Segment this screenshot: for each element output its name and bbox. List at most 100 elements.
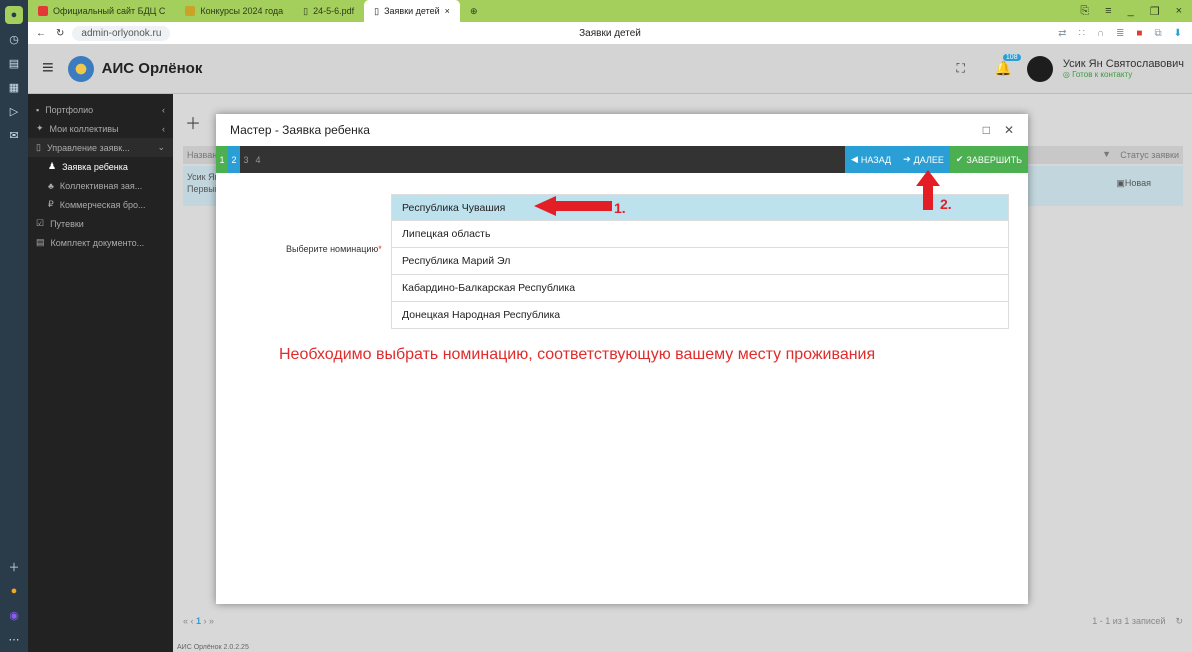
maximize-icon[interactable]: □ bbox=[983, 123, 990, 137]
step-3[interactable]: 3 bbox=[240, 146, 252, 173]
sidebar-item-collective-request[interactable]: ♣ Коллективная зая... bbox=[28, 176, 173, 195]
annotation-label-1: 1. bbox=[614, 200, 626, 216]
sidebar-item-label: Управление заявк... bbox=[46, 142, 130, 153]
url-field[interactable]: admin-orlyonok.ru bbox=[72, 25, 171, 41]
notes-icon[interactable]: ▤ bbox=[5, 54, 23, 72]
chevron-left-icon: ‹ bbox=[162, 104, 165, 115]
mail-icon[interactable]: ✉ bbox=[5, 126, 23, 144]
step-4[interactable]: 4 bbox=[252, 146, 264, 173]
tab-2[interactable]: Конкурсы 2024 года bbox=[175, 0, 293, 22]
close-window-icon[interactable]: × bbox=[1176, 5, 1182, 18]
notifications-icon[interactable]: 🔔 108 bbox=[995, 53, 1021, 78]
bookmark-flag-icon[interactable]: ■ bbox=[1136, 28, 1142, 39]
back-icon[interactable]: ← bbox=[36, 28, 46, 39]
play-icon[interactable]: ▷ bbox=[5, 102, 23, 120]
user-name: Усик Ян Святославович bbox=[1062, 58, 1184, 70]
nomination-label: Выберите номинацию* bbox=[286, 244, 382, 254]
avatar[interactable] bbox=[1026, 55, 1053, 82]
fullscreen-icon[interactable]: ⛶ bbox=[957, 61, 965, 76]
sidebar-item-commercial[interactable]: ₽ Коммерческая бро... bbox=[28, 195, 173, 214]
sidebar-item-child-request[interactable]: ♟ Заявка ребенка bbox=[28, 157, 173, 176]
nomination-option[interactable]: Донецкая Народная Республика bbox=[391, 302, 1009, 329]
profile-icon[interactable]: ● bbox=[5, 6, 23, 24]
tab-label: Заявки детей bbox=[384, 6, 440, 16]
translate-icon[interactable]: ⇄ bbox=[1058, 28, 1066, 39]
nomination-list: Республика Чувашия Липецкая область Респ… bbox=[391, 194, 1009, 329]
step-1[interactable]: 1 bbox=[216, 146, 228, 173]
finish-button[interactable]: ✔ ЗАВЕРШИТЬ bbox=[949, 146, 1028, 173]
reader-icon[interactable]: ≣ bbox=[1116, 28, 1124, 39]
chevron-down-icon: ⌄ bbox=[157, 142, 165, 152]
app-header: ≡ АИС Орлёнок ⛶ 🔔 108 Усик Ян Святославов… bbox=[28, 44, 1192, 94]
back-button[interactable]: ◀ НАЗАД bbox=[844, 146, 898, 173]
sidebar-item-requests[interactable]: ▯ Управление заявк... ⌄ bbox=[28, 138, 173, 157]
arrow-right-icon: ➔ bbox=[903, 154, 911, 164]
tab-4-active[interactable]: ▯ Заявки детей × bbox=[364, 0, 460, 22]
reload-icon[interactable]: ↻ bbox=[56, 28, 64, 39]
col-status-header[interactable]: Статус заявки bbox=[1120, 150, 1179, 160]
file-icon: ▯ bbox=[303, 5, 309, 16]
sidebar-item-vouchers[interactable]: ☑ Путевки bbox=[28, 214, 173, 233]
tab-1[interactable]: Официальный сайт БДЦ С bbox=[28, 0, 175, 22]
sidebar-item-portfolio[interactable]: ▪ Портфолио ‹ bbox=[28, 100, 173, 119]
notif-badge: 108 bbox=[1002, 53, 1021, 61]
add-button[interactable]: ＋ bbox=[185, 110, 201, 134]
calendar-icon[interactable]: ▦ bbox=[5, 78, 23, 96]
app-logo bbox=[67, 55, 94, 82]
history-icon[interactable]: ◷ bbox=[5, 30, 23, 48]
next-button[interactable]: ➔ ДАЛЕЕ bbox=[897, 146, 950, 173]
new-tab-button[interactable]: ⊕ bbox=[460, 0, 488, 22]
wizard-modal: Мастер - Заявка ребенка □ ✕ 1 2 3 4 ◀ НАЗ… bbox=[216, 114, 1028, 604]
col-name-header[interactable]: Назван bbox=[187, 150, 217, 160]
version-label: АИС Орлёнок 2.0.2.25 bbox=[177, 644, 249, 651]
more-icon[interactable]: ⋯ bbox=[5, 630, 23, 648]
next-label: ДАЛЕЕ bbox=[913, 154, 944, 165]
row-status: ▣Новая bbox=[1116, 178, 1151, 188]
extensions-icon[interactable]: ⧉ bbox=[1154, 28, 1161, 39]
tab-favicon bbox=[185, 6, 196, 16]
assistant-icon[interactable]: ◉ bbox=[5, 606, 23, 624]
headphones-icon[interactable]: ∩ bbox=[1097, 28, 1104, 39]
modal-controls: □ ✕ bbox=[983, 123, 1014, 137]
bookmark-icon[interactable]: ⎘ bbox=[1080, 5, 1089, 18]
sidebar-item-documents[interactable]: ▤ Комплект документо... bbox=[28, 233, 173, 252]
minimize-icon[interactable]: _ bbox=[1128, 5, 1134, 18]
restore-icon[interactable]: ❐ bbox=[1150, 5, 1160, 18]
modal-header: Мастер - Заявка ребенка □ ✕ bbox=[216, 114, 1028, 146]
page-title: Заявки детей bbox=[579, 27, 641, 39]
sidebar-item-label: Мои коллективы bbox=[49, 123, 119, 134]
sidebar-item-collectives[interactable]: ✦ Мои коллективы ‹ bbox=[28, 119, 173, 138]
refresh-icon[interactable]: ↻ bbox=[1175, 616, 1183, 627]
menu-icon[interactable]: ≡ bbox=[1105, 5, 1111, 18]
step-2[interactable]: 2 bbox=[228, 146, 240, 173]
pager-info: 1 - 1 из 1 записей bbox=[1092, 616, 1166, 626]
nomination-option[interactable]: Республика Марий Эл bbox=[391, 248, 1009, 275]
back-label: НАЗАД bbox=[860, 154, 892, 165]
arrow-left-icon: ◀ bbox=[850, 154, 858, 164]
nomination-option[interactable]: Кабардино-Балкарская Республика bbox=[391, 275, 1009, 302]
tab-label: 24-5-6.pdf bbox=[313, 6, 355, 16]
add-panel-icon[interactable]: ＋ bbox=[5, 558, 23, 576]
download-icon[interactable]: ⬇ bbox=[1174, 28, 1182, 39]
sidebar-item-label: Комплект документо... bbox=[50, 237, 145, 248]
tab-3[interactable]: ▯ 24-5-6.pdf bbox=[293, 0, 364, 22]
grid-icon[interactable]: ∷ bbox=[1078, 28, 1084, 39]
filter-icon[interactable]: ▼ bbox=[1102, 149, 1111, 159]
app-icon[interactable]: ● bbox=[5, 582, 23, 600]
group-icon: ♣ bbox=[48, 180, 54, 191]
ticket-icon: ☑ bbox=[36, 218, 45, 228]
briefcase-icon: ▪ bbox=[36, 104, 40, 115]
sidebar-item-label: Коллективная зая... bbox=[59, 180, 143, 191]
menu-toggle-icon[interactable]: ≡ bbox=[42, 57, 54, 80]
close-icon[interactable]: ✕ bbox=[1004, 123, 1014, 137]
sidebar-item-label: Коммерческая бро... bbox=[59, 199, 146, 210]
modal-title: Мастер - Заявка ребенка bbox=[230, 123, 370, 137]
address-bar: ← ↻ admin-orlyonok.ru Заявки детей ⇄ ∷ ∩… bbox=[28, 22, 1192, 44]
close-tab-icon[interactable]: × bbox=[445, 6, 450, 16]
file-icon: ▯ bbox=[374, 5, 380, 16]
browser-sidebar: ● ◷ ▤ ▦ ▷ ✉ ＋ ● ◉ ⋯ bbox=[0, 0, 28, 652]
pager-nav[interactable]: « ‹ 1 › » bbox=[183, 616, 214, 627]
nomination-option[interactable]: Липецкая область bbox=[391, 221, 1009, 248]
user-info[interactable]: Усик Ян Святославович ◎ Готов к контакту bbox=[1063, 58, 1184, 79]
annotation-arrow-2 bbox=[916, 170, 940, 210]
